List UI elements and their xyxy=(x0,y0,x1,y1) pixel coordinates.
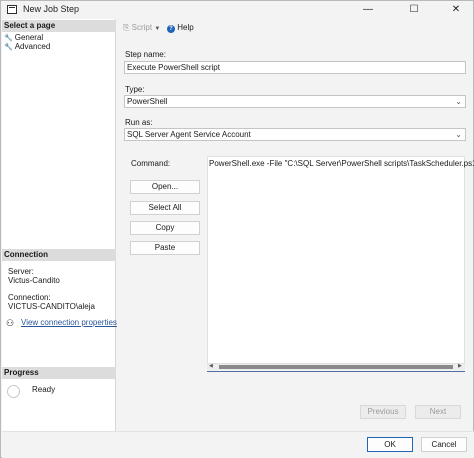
connection-header: Connection xyxy=(2,249,116,261)
page-item-label: Advanced xyxy=(14,42,51,51)
wrench-icon: 🔧 xyxy=(4,44,13,51)
command-text: PowerShell.exe -File "C:\SQL Server\Powe… xyxy=(209,159,474,168)
script-button[interactable]: ⎘ Script ▼ xyxy=(123,23,160,34)
help-label: Help xyxy=(177,23,194,32)
chevron-down-icon: ▼ xyxy=(154,26,161,32)
progress-status: Ready xyxy=(32,385,56,394)
scroll-right-icon[interactable]: ▶ xyxy=(458,363,462,369)
select-all-button[interactable]: Select All xyxy=(130,201,200,215)
scrollbar-thumb[interactable] xyxy=(219,365,453,369)
page-item-advanced[interactable]: 🔧 Advanced xyxy=(4,42,50,53)
cancel-button[interactable]: Cancel xyxy=(421,437,467,452)
progress-spinner-icon xyxy=(7,385,20,398)
previous-button[interactable]: Previous xyxy=(360,405,406,419)
copy-button[interactable]: Copy xyxy=(130,221,200,235)
paste-button[interactable]: Paste xyxy=(130,241,200,255)
scroll-left-icon[interactable]: ◀ xyxy=(209,363,213,369)
title-bar: New Job Step — ☐ ✕ xyxy=(1,1,473,19)
ok-button[interactable]: OK xyxy=(367,437,413,452)
type-select[interactable]: PowerShell ⌄ xyxy=(124,95,466,108)
run-as-value: SQL Server Agent Service Account xyxy=(127,130,251,139)
run-as-select[interactable]: SQL Server Agent Service Account ⌄ xyxy=(124,128,466,141)
wrench-icon: 🔧 xyxy=(4,35,13,42)
new-job-step-window: New Job Step — ☐ ✕ Select a page 🔧 Genera… xyxy=(0,0,474,458)
close-button[interactable]: ✕ xyxy=(441,2,471,18)
command-label: Command: xyxy=(131,159,171,168)
left-pane: Select a page 🔧 General 🔧 Advanced Connect… xyxy=(2,19,116,431)
open-button[interactable]: Open... xyxy=(130,180,200,194)
window-icon xyxy=(7,5,17,14)
run-as-label: Run as: xyxy=(125,118,153,127)
minimize-button[interactable]: — xyxy=(353,2,383,18)
select-page-header: Select a page xyxy=(2,20,116,32)
window-title: New Job Step xyxy=(23,4,80,14)
connection-properties-icon: ⚇ xyxy=(6,318,15,328)
progress-header: Progress xyxy=(2,367,116,379)
type-value: PowerShell xyxy=(127,97,168,106)
page-item-label: General xyxy=(14,33,44,42)
chevron-down-icon: ⌄ xyxy=(455,97,462,106)
script-icon: ⎘ xyxy=(123,23,130,32)
command-textarea[interactable]: PowerShell.exe -File "C:\SQL Server\Powe… xyxy=(207,156,474,364)
server-value: Victus-Candito xyxy=(8,276,60,285)
textarea-bottom-border xyxy=(207,371,465,372)
maximize-button[interactable]: ☐ xyxy=(399,2,429,18)
help-button[interactable]: ? Help xyxy=(167,23,194,33)
step-name-label: Step name: xyxy=(125,50,166,59)
view-connection-properties-link[interactable]: View connection properties xyxy=(21,318,117,327)
next-button[interactable]: Next xyxy=(415,405,461,419)
help-icon: ? xyxy=(167,25,175,33)
script-label: Script xyxy=(131,23,153,32)
chevron-down-icon: ⌄ xyxy=(455,130,462,139)
step-name-input[interactable] xyxy=(124,61,466,74)
type-label: Type: xyxy=(125,85,145,94)
connection-value: VICTUS-CANDITO\aleja xyxy=(8,302,95,311)
